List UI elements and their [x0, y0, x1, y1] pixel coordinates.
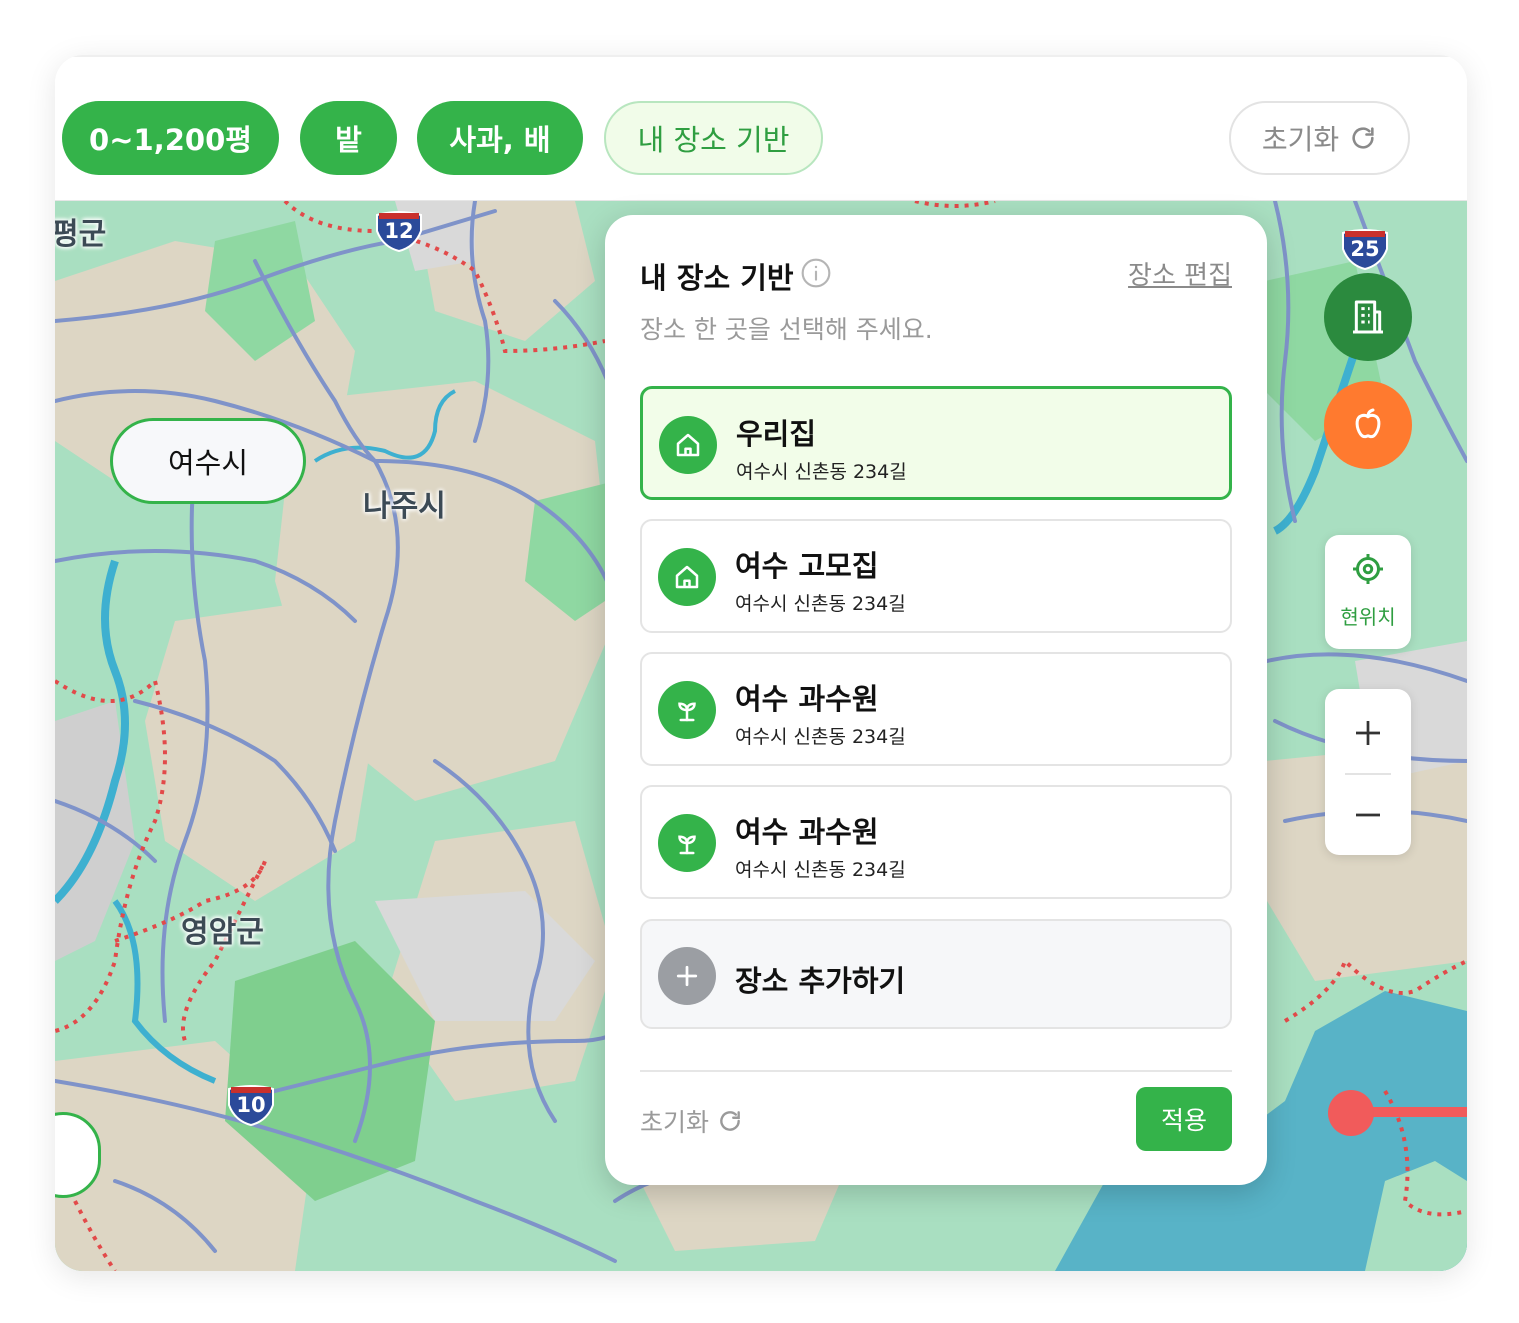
refresh-icon [720, 1111, 740, 1131]
chip-crops[interactable]: 사과, 배 [417, 101, 583, 175]
panel-subtitle: 장소 한 곳을 선택해 주세요. [640, 315, 933, 344]
refresh-icon [1352, 127, 1374, 149]
map-label-yeongam: 영암군 [181, 915, 264, 950]
building-icon [1353, 300, 1383, 334]
home-icon [658, 548, 716, 606]
place-name: 우리집 [736, 417, 817, 451]
highway-shield-12: 12 [375, 209, 423, 253]
zoom-control [1325, 689, 1411, 855]
edit-places-link[interactable]: 장소 편집 [1128, 255, 1232, 292]
minus-icon [1356, 813, 1380, 817]
filter-bar: 0~1,200평 밭 사과, 배 내 장소 기반 초기화 [55, 55, 1467, 201]
range-slider-handle[interactable] [1328, 1090, 1374, 1136]
chip-my-place[interactable]: 내 장소 기반 [604, 101, 823, 175]
add-place-label: 장소 추가하기 [735, 964, 906, 998]
reset-filters-button[interactable]: 초기화 [1229, 101, 1410, 175]
panel-divider [640, 1070, 1232, 1072]
chip-area[interactable]: 0~1,200평 [62, 101, 279, 175]
map-label-region: 평군 [55, 217, 107, 252]
reset-label: 초기화 [1261, 123, 1340, 156]
place-name: 여수 과수원 [735, 815, 879, 849]
place-address: 여수시 신촌동 234길 [735, 593, 906, 615]
plus-icon [1356, 721, 1380, 745]
place-item[interactable]: 여수 과수원 여수시 신촌동 234길 [640, 652, 1232, 766]
map-label-naju: 나주시 [363, 489, 446, 524]
region-marker-yeosu[interactable]: 여수시 [110, 418, 306, 504]
crop-layer-button[interactable] [1324, 381, 1412, 469]
plus-icon [658, 947, 716, 1005]
app-frame: 0~1,200평 밭 사과, 배 내 장소 기반 초기화 평군 나주시 영암군 … [55, 55, 1467, 1271]
sprout-icon [658, 814, 716, 872]
add-place-button[interactable]: 장소 추가하기 [640, 919, 1232, 1029]
place-name: 여수 과수원 [735, 682, 879, 716]
panel-reset-button[interactable]: 초기화 [640, 1103, 743, 1139]
panel-title: 내 장소 기반 [640, 261, 794, 295]
zoom-out-button[interactable] [1325, 775, 1411, 855]
building-layer-button[interactable] [1324, 273, 1412, 361]
highway-shield-25: 25 [1341, 227, 1389, 271]
place-name: 여수 고모집 [735, 549, 879, 583]
apply-button[interactable]: 적용 [1136, 1087, 1232, 1151]
place-item[interactable]: 여수 과수원 여수시 신촌동 234길 [640, 785, 1232, 899]
my-place-panel: 내 장소 기반 장소 편집 장소 한 곳을 선택해 주세요. 우리집 여수시 신… [605, 215, 1267, 1185]
panel-reset-label: 초기화 [640, 1108, 710, 1137]
crosshair-icon [1353, 554, 1383, 584]
highway-shield-10: 10 [227, 1083, 275, 1127]
place-address: 여수시 신촌동 234길 [735, 859, 906, 881]
shield-number: 12 [384, 219, 414, 243]
info-icon[interactable] [800, 257, 832, 289]
shield-number: 25 [1350, 237, 1380, 261]
shield-number: 10 [236, 1093, 266, 1117]
place-item[interactable]: 여수 고모집 여수시 신촌동 234길 [640, 519, 1232, 633]
place-address: 여수시 신촌동 234길 [736, 461, 907, 483]
chip-land-type[interactable]: 밭 [300, 101, 397, 175]
sprout-icon [658, 681, 716, 739]
place-item[interactable]: 우리집 여수시 신촌동 234길 [640, 386, 1232, 500]
place-address: 여수시 신촌동 234길 [735, 726, 906, 748]
home-icon [659, 416, 717, 474]
zoom-in-button[interactable] [1325, 693, 1411, 773]
current-location-label: 현위치 [1340, 605, 1396, 629]
current-location-button[interactable]: 현위치 [1325, 535, 1411, 649]
apple-icon [1355, 408, 1381, 439]
